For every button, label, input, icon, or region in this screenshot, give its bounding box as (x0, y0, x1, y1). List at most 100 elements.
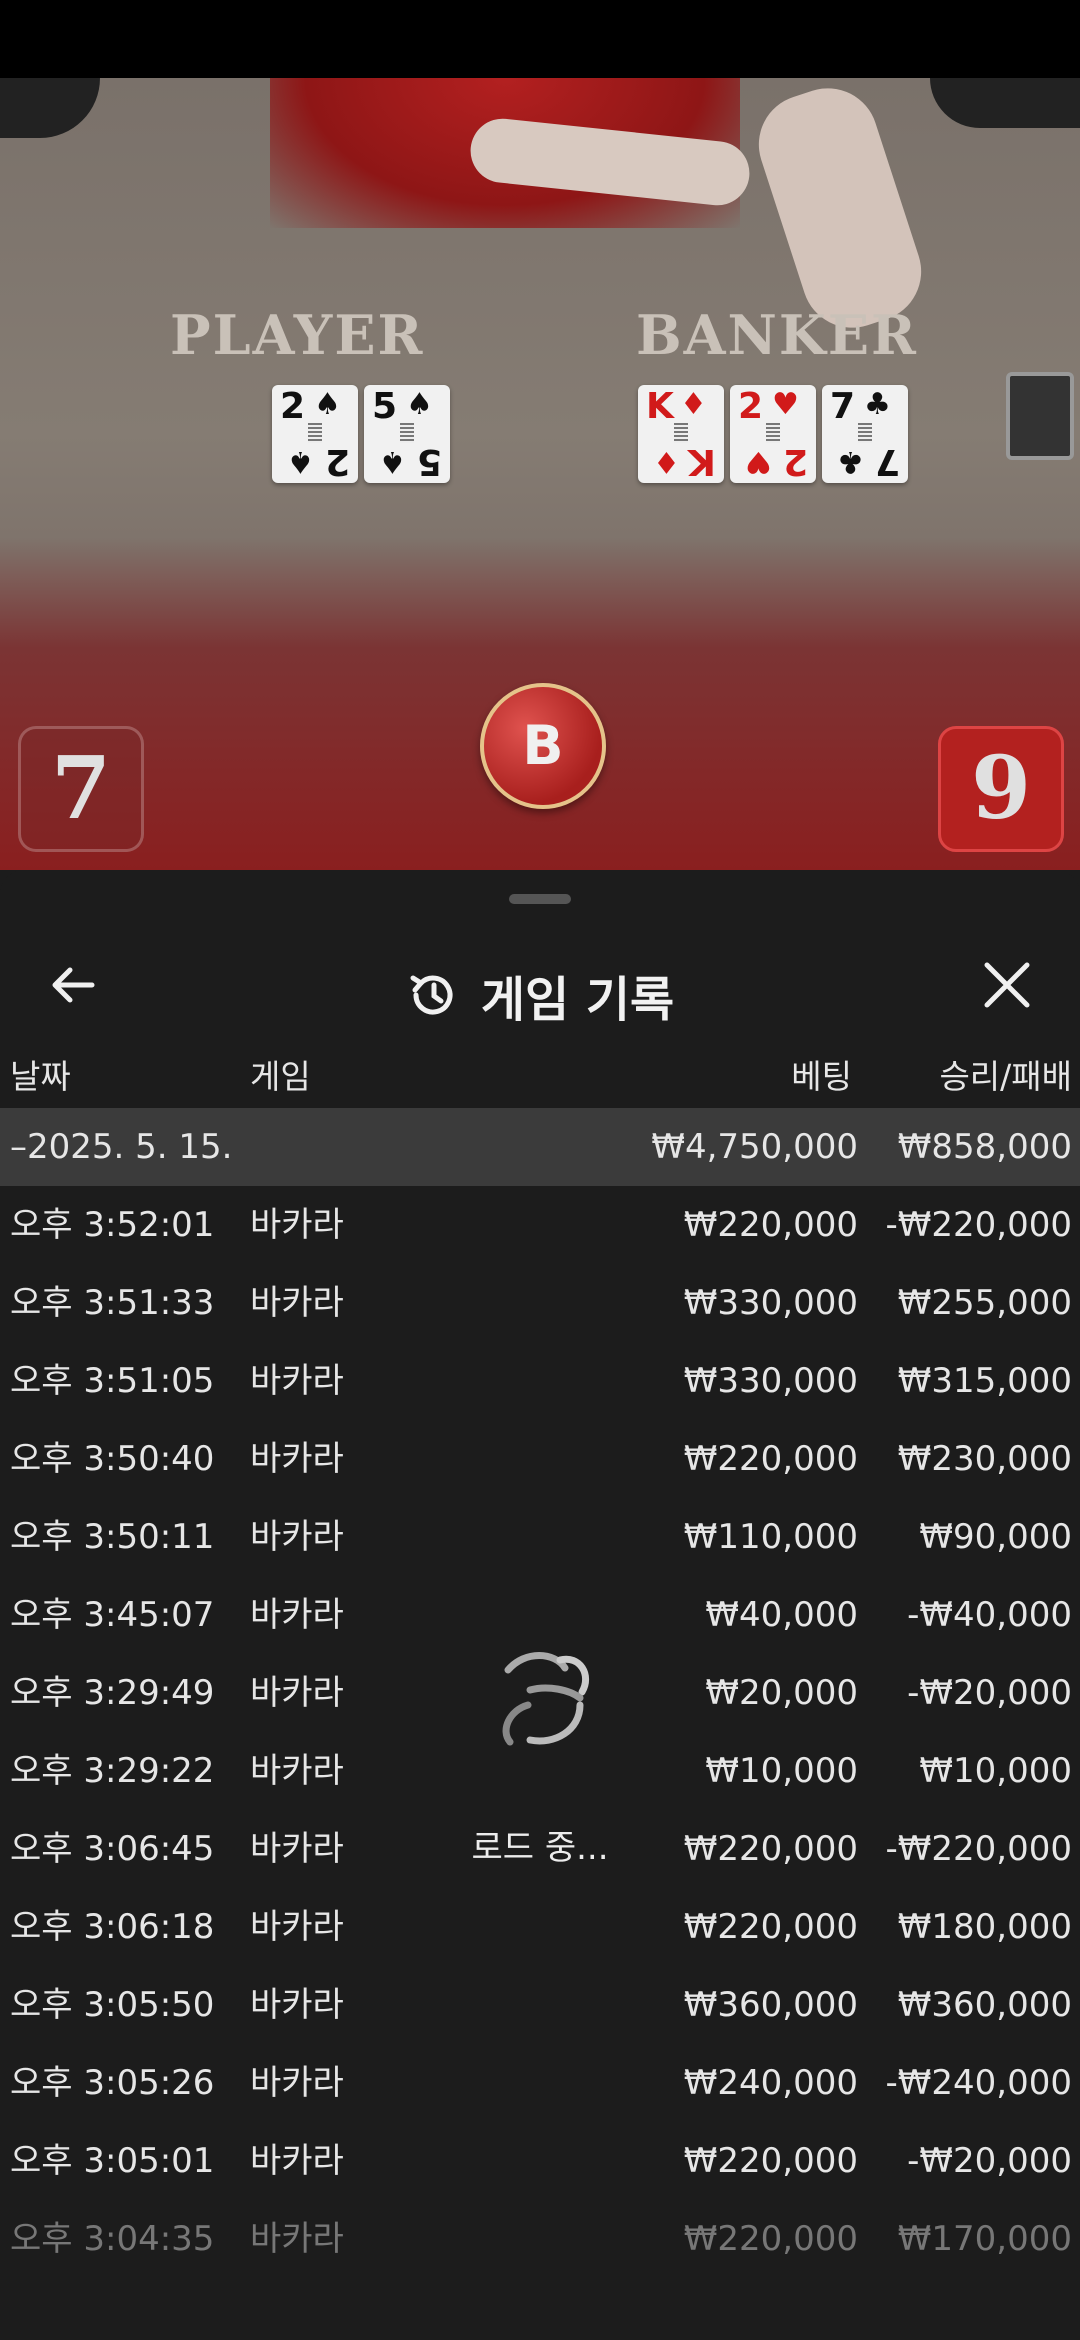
row-result: ₩255,000 (897, 1283, 1072, 1323)
row-game: 바카라 (250, 1907, 344, 1947)
status-bar (0, 0, 1080, 78)
card-pattern (858, 423, 872, 443)
playing-card: 2 ♥ 2 ♥ (730, 385, 816, 483)
loading-indicator: 로드 중... (430, 1580, 650, 1868)
card-shoe (1006, 372, 1074, 460)
row-bet: ₩10,000 (705, 1751, 858, 1791)
player-score: 7 (18, 726, 144, 852)
history-row[interactable]: 오후 3:50:40 바카라 ₩220,000 ₩230,000 (0, 1420, 1080, 1498)
row-bet: ₩220,000 (683, 1205, 858, 1245)
row-game: 바카라 (250, 1829, 344, 1869)
history-row[interactable]: 오후 3:51:33 바카라 ₩330,000 ₩255,000 (0, 1264, 1080, 1342)
table-corner-right (930, 78, 1080, 128)
row-result: ₩230,000 (897, 1439, 1072, 1479)
row-bet: ₩220,000 (683, 1907, 858, 1947)
card-rank: 7 (830, 386, 856, 427)
row-result: ₩360,000 (897, 1985, 1072, 2025)
card-suit: ♠ (406, 387, 433, 422)
row-game: 바카라 (250, 2063, 344, 2103)
row-game: 바카라 (250, 1985, 344, 2025)
row-game: 바카라 (250, 1751, 344, 1791)
player-label: PLAYER (170, 303, 425, 367)
history-row[interactable]: 오후 3:06:18 바카라 ₩220,000 ₩180,000 (0, 1888, 1080, 1966)
row-time: 오후 3:06:45 (10, 1829, 215, 1869)
row-game: 바카라 (250, 1595, 344, 1635)
group-result-total: ₩858,000 (897, 1127, 1072, 1167)
row-bet: ₩360,000 (683, 1985, 858, 2025)
row-result: -₩240,000 (885, 2063, 1073, 2103)
column-header-bet: 베팅 (791, 1057, 852, 1096)
card-suit: ♠ (314, 387, 341, 422)
playing-card: K ♦ K ♦ (638, 385, 724, 483)
card-rank: 2 (782, 441, 808, 482)
row-game: 바카라 (250, 1361, 344, 1401)
history-row[interactable]: 오후 3:05:50 바카라 ₩360,000 ₩360,000 (0, 1966, 1080, 2044)
card-pattern (766, 423, 780, 443)
group-bet-total: ₩4,750,000 (651, 1127, 858, 1167)
row-game: 바카라 (250, 1439, 344, 1479)
row-time: 오후 3:04:35 (10, 2219, 215, 2259)
banker-score: 9 (938, 726, 1064, 852)
history-row[interactable]: 오후 3:50:11 바카라 ₩110,000 ₩90,000 (0, 1498, 1080, 1576)
row-bet: ₩40,000 (705, 1595, 858, 1635)
row-bet: ₩220,000 (683, 1829, 858, 1869)
row-result: -₩220,000 (885, 1205, 1073, 1245)
row-game: 바카라 (250, 1205, 344, 1245)
row-time: 오후 3:51:33 (10, 1283, 215, 1323)
row-game: 바카라 (250, 1517, 344, 1557)
row-time: 오후 3:05:01 (10, 2141, 215, 2181)
row-time: 오후 3:06:18 (10, 1907, 215, 1947)
group-date: –2025. 5. 15. (10, 1127, 233, 1167)
row-time: 오후 3:05:26 (10, 2063, 215, 2103)
row-bet: ₩240,000 (683, 2063, 858, 2103)
card-suit: ♣ (837, 444, 864, 479)
row-time: 오후 3:05:50 (10, 1985, 215, 2025)
history-row[interactable]: 오후 3:05:26 바카라 ₩240,000 -₩240,000 (0, 2044, 1080, 2122)
card-pattern (400, 423, 414, 443)
card-rank: 5 (372, 386, 398, 427)
card-suit: ♦ (653, 444, 680, 479)
row-result: ₩90,000 (919, 1517, 1072, 1557)
history-row[interactable]: 오후 3:52:01 바카라 ₩220,000 -₩220,000 (0, 1186, 1080, 1264)
history-row[interactable]: 오후 3:04:35 바카라 ₩220,000 ₩170,000 (0, 2200, 1080, 2278)
row-time: 오후 3:29:22 (10, 1751, 215, 1791)
history-icon (410, 975, 453, 1015)
card-suit: ♥ (772, 387, 799, 422)
card-rank: 2 (280, 386, 306, 427)
row-result: ₩180,000 (897, 1907, 1072, 1947)
history-row[interactable]: 오후 3:05:01 바카라 ₩220,000 -₩20,000 (0, 2122, 1080, 2200)
row-result: ₩315,000 (897, 1361, 1072, 1401)
card-rank: K (688, 441, 716, 482)
row-time: 오후 3:50:40 (10, 1439, 215, 1479)
row-bet: ₩330,000 (683, 1361, 858, 1401)
live-video-feed: PLAYER BANKER 2 ♠ 2 ♠ 5 ♠ 5 ♠ K ♦ K ♦ 2 ♥ 2 ♥ 7 ♣ 7 ♣ 7 B … (0, 78, 1080, 870)
row-result: -₩220,000 (885, 1829, 1073, 1869)
close-button[interactable] (972, 950, 1042, 1020)
card-suit: ♠ (379, 444, 406, 479)
date-group-row[interactable]: –2025. 5. 15. ₩4,750,000 ₩858,000 (0, 1108, 1080, 1186)
card-suit: ♥ (745, 444, 772, 479)
spinner-icon (502, 1652, 590, 1746)
card-suit: ♠ (287, 444, 314, 479)
row-time: 오후 3:52:01 (10, 1205, 215, 1245)
column-header-result: 승리/패배 (939, 1057, 1072, 1096)
history-row[interactable]: 오후 3:51:05 바카라 ₩330,000 ₩315,000 (0, 1342, 1080, 1420)
row-result: -₩40,000 (907, 1595, 1072, 1635)
row-time: 오후 3:45:07 (10, 1595, 215, 1635)
column-header-date: 날짜 (10, 1057, 71, 1096)
card-rank: K (646, 386, 674, 427)
row-bet: ₩330,000 (683, 1283, 858, 1323)
row-result: -₩20,000 (907, 2141, 1072, 2181)
drag-handle[interactable] (509, 894, 571, 904)
loading-label: 로드 중... (471, 1828, 609, 1868)
card-rank: 7 (874, 441, 900, 482)
row-time: 오후 3:51:05 (10, 1361, 215, 1401)
playing-card: 7 ♣ 7 ♣ (822, 385, 908, 483)
table-corner-left (0, 78, 100, 138)
card-suit: ♣ (864, 387, 891, 422)
row-time: 오후 3:29:49 (10, 1673, 215, 1713)
card-rank: 2 (324, 441, 350, 482)
row-game: 바카라 (250, 1283, 344, 1323)
sheet-header: 게임 기록 (0, 920, 1080, 1030)
sheet-title: 게임 기록 (480, 972, 675, 1028)
